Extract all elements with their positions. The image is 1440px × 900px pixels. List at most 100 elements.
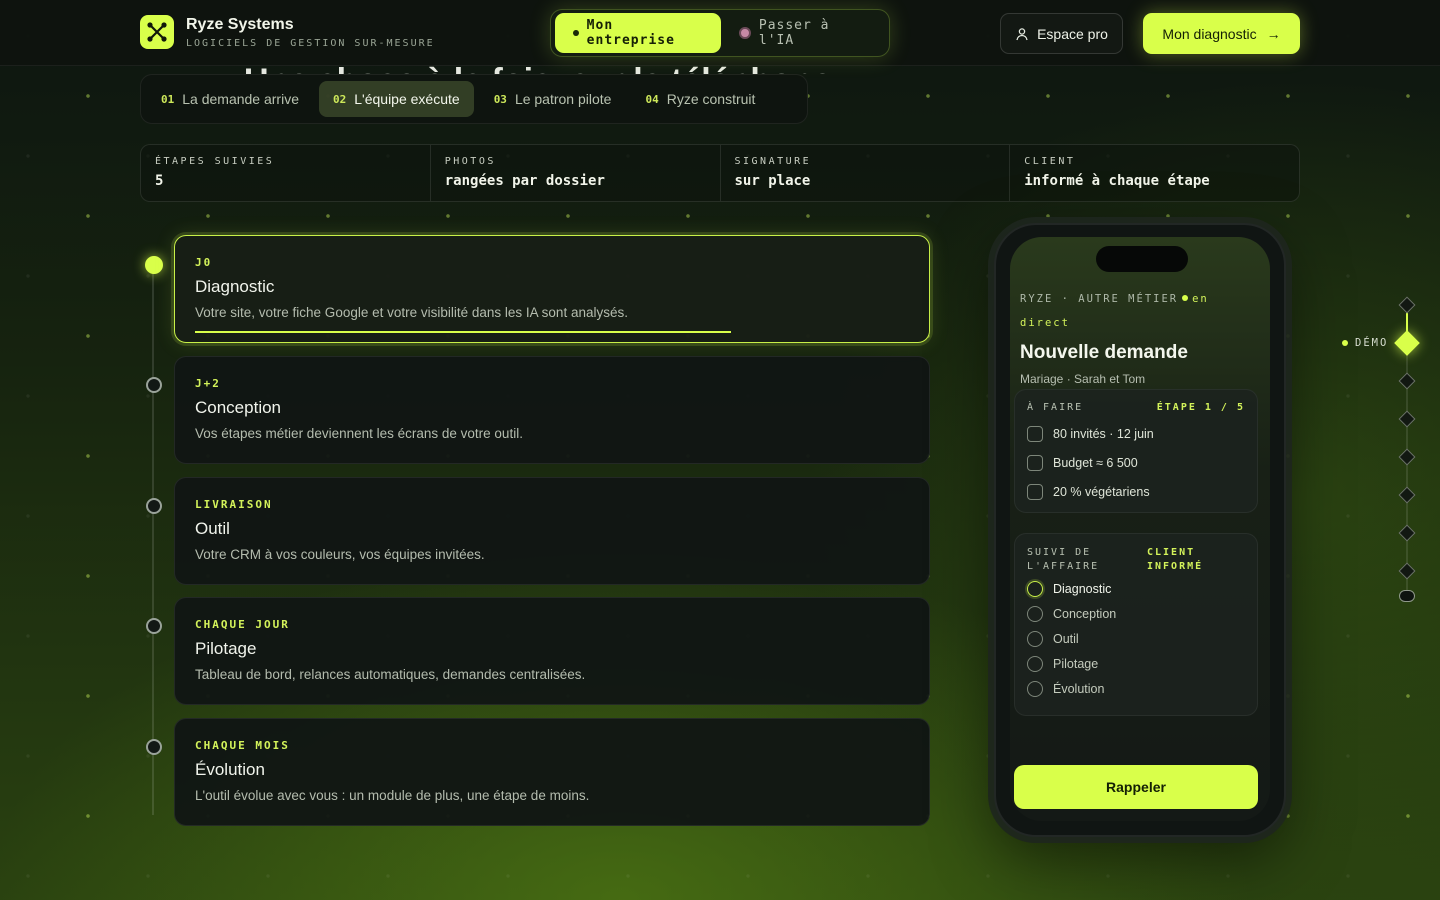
tab-label: La demande arrive	[182, 91, 299, 107]
mode-ia-label: Passer à l'IA	[758, 18, 830, 48]
step-title: Outil	[195, 519, 230, 538]
stat-cell: PHOTOS rangées par dossier	[431, 145, 721, 201]
todo-card: À FAIRE ÉTAPE 1 / 5 80 invités · 12 juin…	[1014, 389, 1258, 513]
logo-icon	[140, 15, 174, 49]
tab-number: 02	[333, 92, 347, 106]
todo-item[interactable]: Budget ≈ 6 500	[1027, 455, 1245, 471]
step-kicker: CHAQUE JOUR	[195, 618, 290, 631]
tab-4[interactable]: 04 Ryze construit	[631, 81, 769, 117]
mode-entreprise-label: Mon entreprise	[586, 18, 675, 48]
tracking-item-label: Outil	[1053, 632, 1079, 646]
step-card[interactable]: J+2 Conception Vos étapes métier deviennen…	[174, 356, 930, 464]
brand-tagline: LOGICIELS DE GESTION SUR-MESURE	[186, 37, 435, 49]
dot-icon	[1342, 340, 1348, 346]
timeline-dot	[145, 256, 163, 274]
step-progress-bar	[195, 331, 731, 333]
mode-ia-button[interactable]: Passer à l'IA	[721, 13, 885, 53]
tracking-item: Pilotage	[1027, 656, 1245, 672]
todo-item[interactable]: 20 % végétariens	[1027, 484, 1245, 500]
step-title: Évolution	[195, 760, 265, 779]
brand[interactable]: Ryze Systems LOGICIELS DE GESTION SUR-ME…	[140, 15, 435, 49]
timeline-line	[152, 270, 154, 815]
rail-label: DÉMO	[1342, 337, 1388, 349]
step-kicker: J+2	[195, 377, 221, 390]
tracking-item: Évolution	[1027, 681, 1245, 697]
rail-label-text: DÉMO	[1355, 337, 1389, 349]
rail-end-node[interactable]	[1399, 590, 1415, 602]
rail-node[interactable]	[1398, 524, 1416, 542]
stat-label: SIGNATURE	[734, 156, 812, 167]
tracking-status: CLIENT INFORMÉ	[1147, 547, 1204, 572]
tab-2[interactable]: 02 L'équipe exécute	[319, 81, 474, 117]
stat-cell: ÉTAPES SUIVIES 5	[141, 145, 431, 201]
phone-kicker-label: RYZE · AUTRE MÉTIER	[1020, 293, 1179, 305]
phone-subtitle: Mariage · Sarah et Tom	[1020, 372, 1146, 386]
step-title: Conception	[195, 398, 282, 417]
timeline-dot	[146, 739, 162, 755]
mode-entreprise-button[interactable]: Mon entreprise	[555, 13, 722, 53]
live-dot-icon	[1182, 295, 1189, 301]
stat-value: informé à chaque étape	[1024, 173, 1210, 189]
timeline-dot	[146, 618, 162, 634]
tracking-item-label: Conception	[1053, 607, 1117, 621]
todo-item-label: Budget ≈ 6 500	[1053, 456, 1138, 470]
todo-label: À FAIRE	[1027, 402, 1084, 413]
tracking-item-label: Pilotage	[1053, 657, 1099, 671]
tab-number: 04	[645, 92, 659, 106]
stat-value: 5	[155, 173, 164, 189]
step-title: Diagnostic	[195, 277, 275, 296]
step-card[interactable]: LIVRAISON Outil Votre CRM à vos couleurs, …	[174, 477, 930, 585]
top-bar: Ryze Systems LOGICIELS DE GESTION SUR-ME…	[0, 0, 1440, 66]
stat-value: sur place	[734, 173, 811, 189]
rail-node[interactable]	[1398, 486, 1416, 504]
rail-node[interactable]	[1398, 448, 1416, 466]
rail-node[interactable]	[1398, 372, 1416, 390]
brand-name: Ryze Systems	[186, 15, 294, 33]
step-title: Pilotage	[195, 639, 257, 658]
tab-3[interactable]: 03 Le patron pilote	[480, 81, 626, 117]
dot-icon	[739, 27, 751, 39]
todo-step: ÉTAPE 1 / 5	[1156, 402, 1245, 413]
todo-item[interactable]: 80 invités · 12 juin	[1027, 426, 1245, 442]
phone-kicker: RYZE · AUTRE MÉTIER en direct	[1020, 287, 1260, 335]
step-description: L'outil évolue avec vous : un module de …	[195, 788, 590, 803]
user-icon	[1016, 27, 1028, 40]
tab-label: L'équipe exécute	[354, 91, 460, 107]
scenario-tabs: 01 La demande arrive 02 L'équipe exécute 03 L…	[140, 74, 808, 124]
status-circle-icon	[1027, 656, 1043, 672]
phone-title: Nouvelle demande	[1020, 342, 1188, 363]
espace-pro-label: Espace pro	[1037, 25, 1108, 42]
dot-icon	[573, 30, 579, 36]
stat-label: PHOTOS	[444, 156, 496, 167]
mode-toggle: Mon entreprise Passer à l'IA	[550, 9, 890, 57]
step-card[interactable]: CHAQUE JOUR Pilotage Tableau de bord, rela…	[174, 597, 930, 705]
checkbox-icon[interactable]	[1027, 484, 1043, 500]
stats-bar: ÉTAPES SUIVIES 5 PHOTOS rangées par dossier…	[140, 144, 1300, 202]
step-description: Votre CRM à vos couleurs, vos équipes in…	[195, 547, 485, 562]
step-description: Tableau de bord, relances automatiques, …	[195, 667, 586, 682]
mon-diagnostic-button[interactable]: Mon diagnostic →	[1143, 13, 1300, 54]
tracking-label: SUIVI DE L'AFFAIRE	[1027, 547, 1100, 572]
phone-screen: RYZE · AUTRE MÉTIER en direct Nouvelle de…	[1010, 237, 1270, 821]
stat-label: CLIENT	[1024, 156, 1076, 167]
rail-node[interactable]	[1398, 562, 1416, 580]
tracking-item: Diagnostic	[1027, 581, 1245, 597]
checkbox-icon[interactable]	[1027, 426, 1043, 442]
status-circle-icon	[1027, 581, 1043, 597]
stat-value: rangées par dossier	[444, 173, 605, 189]
timeline-dot	[146, 498, 162, 514]
step-description: Vos étapes métier deviennent les écrans …	[195, 426, 523, 441]
step-card[interactable]: CHAQUE MOIS Évolution L'outil évolue avec …	[174, 718, 930, 826]
rail-node[interactable]	[1394, 330, 1420, 356]
tab-1[interactable]: 01 La demande arrive	[147, 81, 313, 117]
step-description: Votre site, votre fiche Google et votre …	[195, 305, 628, 320]
rappeler-button[interactable]: Rappeler	[1014, 765, 1258, 809]
stat-cell: SIGNATURE sur place	[721, 145, 1011, 201]
step-card[interactable]: J0 Diagnostic Votre site, votre fiche Goog…	[174, 235, 930, 343]
status-circle-icon	[1027, 681, 1043, 697]
rail-node[interactable]	[1398, 296, 1416, 314]
rail-node[interactable]	[1398, 410, 1416, 428]
tab-label: Ryze construit	[666, 91, 756, 107]
espace-pro-button[interactable]: Espace pro	[1000, 13, 1123, 54]
checkbox-icon[interactable]	[1027, 455, 1043, 471]
